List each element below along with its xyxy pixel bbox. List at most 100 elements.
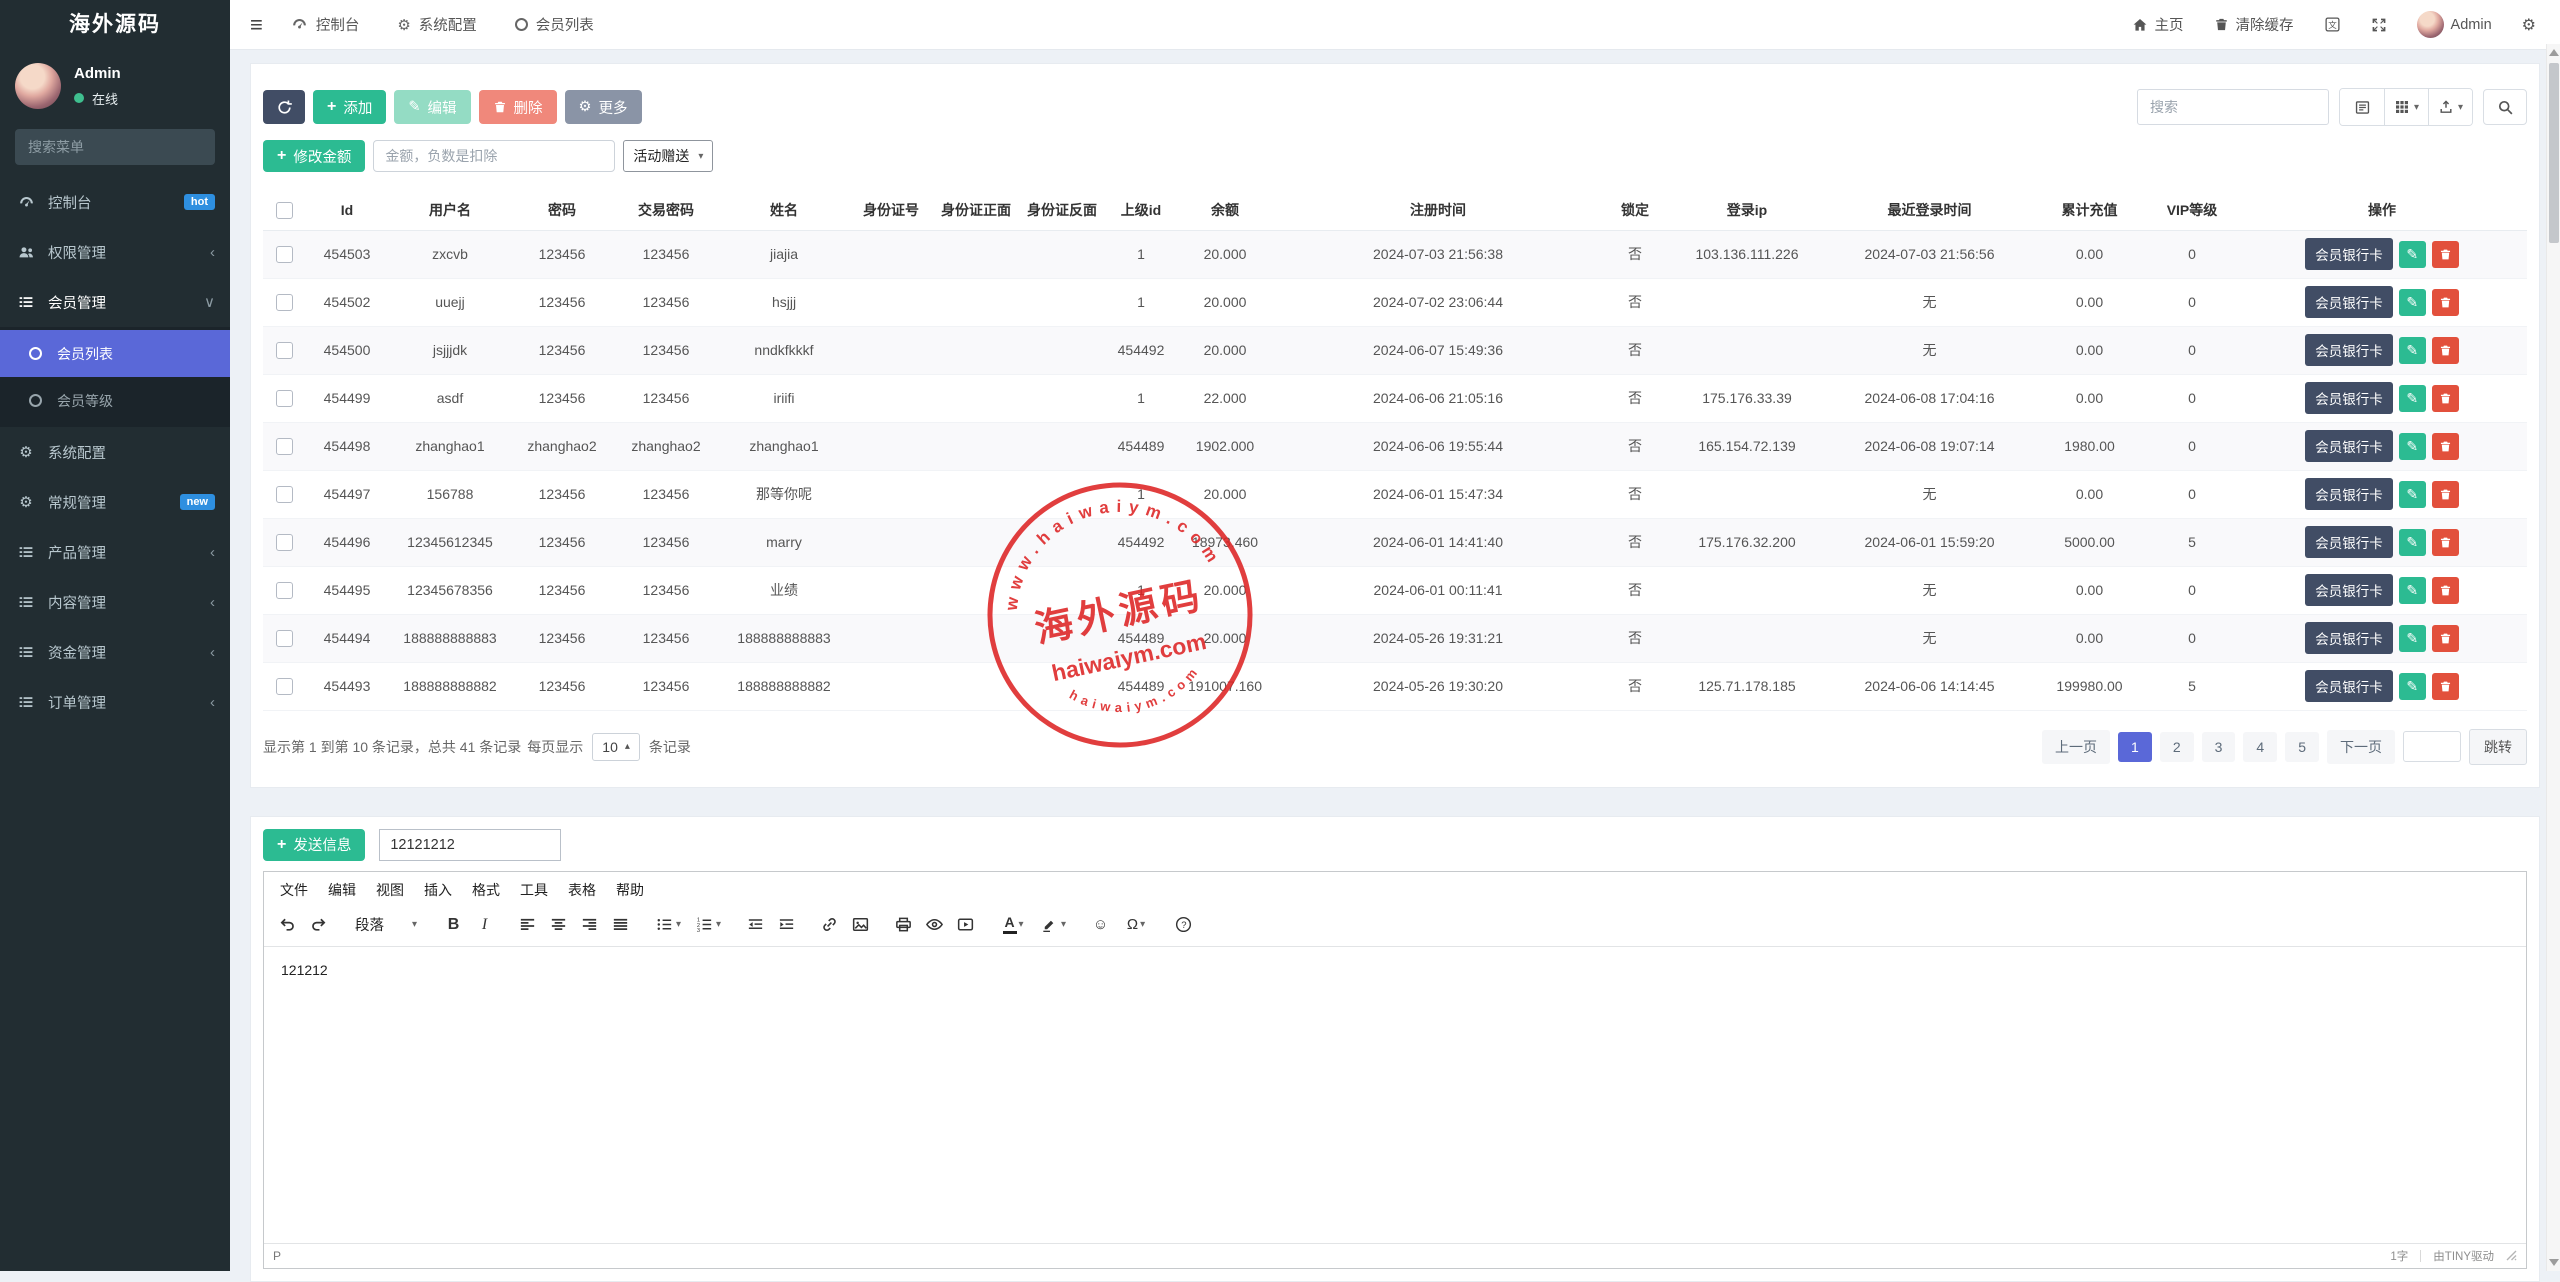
member-bank-card-button[interactable]: 会员银行卡 <box>2305 622 2393 654</box>
edit-member-icon-button[interactable]: ✎ <box>2399 673 2426 700</box>
menubar-item-2[interactable]: 视图 <box>366 875 414 905</box>
delete-member-icon-button[interactable] <box>2432 529 2459 556</box>
edit-member-icon-button[interactable]: ✎ <box>2399 241 2426 268</box>
detail-view-icon[interactable] <box>2340 89 2384 125</box>
undo-icon[interactable] <box>272 910 303 940</box>
sidebar-item-3[interactable]: ⚙系统配置 <box>0 427 230 477</box>
fullscreen-icon[interactable] <box>2371 17 2387 33</box>
sidebar-item-7[interactable]: 资金管理‹ <box>0 627 230 677</box>
member-bank-card-button[interactable]: 会员银行卡 <box>2305 670 2393 702</box>
page-button-2[interactable]: 2 <box>2160 732 2194 762</box>
next-page-button[interactable]: 下一页 <box>2327 730 2395 764</box>
column-header-4[interactable]: 姓名 <box>719 190 849 230</box>
menubar-item-7[interactable]: 帮助 <box>606 875 654 905</box>
delete-member-icon-button[interactable] <box>2432 337 2459 364</box>
paragraph-format-select[interactable]: 段落 ▾ <box>346 910 426 940</box>
edit-member-icon-button[interactable]: ✎ <box>2399 529 2426 556</box>
edit-member-icon-button[interactable]: ✎ <box>2399 385 2426 412</box>
powered-by-brand[interactable]: 由TINY驱动 <box>2433 1248 2494 1264</box>
column-header-6[interactable]: 身份证正面 <box>933 190 1019 230</box>
select-all-checkbox[interactable] <box>276 202 293 219</box>
row-checkbox[interactable] <box>276 534 293 551</box>
refresh-button[interactable] <box>263 90 305 124</box>
italic-icon[interactable]: I <box>469 910 500 940</box>
column-header-12[interactable]: 登录ip <box>1667 190 1827 230</box>
member-bank-card-button[interactable]: 会员银行卡 <box>2305 334 2393 366</box>
scroll-down-icon[interactable] <box>2549 1259 2559 1266</box>
per-page-select[interactable]: 10 ▴ <box>592 733 640 761</box>
export-icon[interactable]: ▾ <box>2428 89 2472 125</box>
sidebar-item-5[interactable]: 产品管理‹ <box>0 527 230 577</box>
member-bank-card-button[interactable]: 会员银行卡 <box>2305 574 2393 606</box>
sidebar-subitem-2-1[interactable]: 会员等级 <box>0 377 230 424</box>
column-header-2[interactable]: 密码 <box>511 190 613 230</box>
outdent-icon[interactable] <box>740 910 771 940</box>
menubar-item-4[interactable]: 格式 <box>462 875 510 905</box>
menubar-item-0[interactable]: 文件 <box>270 875 318 905</box>
delete-member-icon-button[interactable] <box>2432 481 2459 508</box>
more-button[interactable]: ⚙更多 <box>565 90 642 124</box>
column-header-13[interactable]: 最近登录时间 <box>1827 190 2032 230</box>
column-header-7[interactable]: 身份证反面 <box>1019 190 1105 230</box>
word-count[interactable]: 1字 <box>2390 1248 2408 1264</box>
member-bank-card-button[interactable]: 会员银行卡 <box>2305 286 2393 318</box>
menubar-item-6[interactable]: 表格 <box>558 875 606 905</box>
sidebar-item-6[interactable]: 内容管理‹ <box>0 577 230 627</box>
column-header-3[interactable]: 交易密码 <box>613 190 719 230</box>
column-header-1[interactable]: 用户名 <box>389 190 511 230</box>
row-checkbox[interactable] <box>276 342 293 359</box>
column-header-5[interactable]: 身份证号 <box>849 190 933 230</box>
align-center-icon[interactable] <box>543 910 574 940</box>
help-icon[interactable]: ? <box>1168 910 1199 940</box>
align-left-icon[interactable] <box>512 910 543 940</box>
emoji-icon[interactable]: ☺ <box>1085 910 1116 940</box>
edit-member-icon-button[interactable]: ✎ <box>2399 625 2426 652</box>
delete-member-icon-button[interactable] <box>2432 625 2459 652</box>
resize-grip-icon[interactable] <box>2506 1250 2517 1261</box>
image-icon[interactable] <box>845 910 876 940</box>
amount-type-select[interactable]: 活动赠送 ▾ <box>623 140 713 172</box>
indent-icon[interactable] <box>771 910 802 940</box>
column-header-11[interactable]: 锁定 <box>1603 190 1667 230</box>
settings-gears-icon[interactable]: ⚙ <box>2522 15 2536 35</box>
prev-page-button[interactable]: 上一页 <box>2042 730 2110 764</box>
bold-icon[interactable]: B <box>438 910 469 940</box>
edit-member-icon-button[interactable]: ✎ <box>2399 481 2426 508</box>
row-checkbox[interactable] <box>276 582 293 599</box>
menubar-item-3[interactable]: 插入 <box>414 875 462 905</box>
delete-member-icon-button[interactable] <box>2432 241 2459 268</box>
bullet-list-icon[interactable]: ▾ <box>648 910 688 940</box>
table-search-input[interactable] <box>2137 89 2329 125</box>
sidebar-item-4[interactable]: ⚙常规管理new <box>0 477 230 527</box>
delete-member-icon-button[interactable] <box>2432 673 2459 700</box>
align-justify-icon[interactable] <box>605 910 636 940</box>
print-icon[interactable] <box>888 910 919 940</box>
special-char-icon[interactable]: Ω▾ <box>1116 910 1156 940</box>
scroll-up-icon[interactable] <box>2549 49 2559 56</box>
text-color-icon[interactable]: A▾ <box>993 910 1033 940</box>
delete-member-icon-button[interactable] <box>2432 577 2459 604</box>
column-header-15[interactable]: VIP等级 <box>2147 190 2237 230</box>
message-target-input[interactable] <box>379 829 561 861</box>
sidebar-item-2[interactable]: 会员管理∨ <box>0 277 230 327</box>
column-header-14[interactable]: 累计充值 <box>2032 190 2147 230</box>
row-checkbox[interactable] <box>276 630 293 647</box>
sidebar-item-1[interactable]: 权限管理‹ <box>0 227 230 277</box>
page-button-4[interactable]: 4 <box>2243 732 2277 762</box>
preview-eye-icon[interactable] <box>919 910 950 940</box>
delete-member-icon-button[interactable] <box>2432 289 2459 316</box>
row-checkbox[interactable] <box>276 678 293 695</box>
edit-member-icon-button[interactable]: ✎ <box>2399 289 2426 316</box>
search-icon-button[interactable] <box>2483 89 2527 125</box>
row-checkbox[interactable] <box>276 438 293 455</box>
row-checkbox[interactable] <box>276 486 293 503</box>
column-header-16[interactable]: 操作 <box>2237 190 2527 230</box>
column-header-0[interactable]: Id <box>305 190 389 230</box>
edit-member-icon-button[interactable]: ✎ <box>2399 433 2426 460</box>
delete-member-icon-button[interactable] <box>2432 433 2459 460</box>
row-checkbox[interactable] <box>276 294 293 311</box>
editor-content-area[interactable]: 121212 <box>264 947 2526 1243</box>
column-header-8[interactable]: 上级id <box>1105 190 1177 230</box>
column-header-10[interactable]: 注册时间 <box>1273 190 1603 230</box>
send-message-button[interactable]: +发送信息 <box>263 829 365 861</box>
